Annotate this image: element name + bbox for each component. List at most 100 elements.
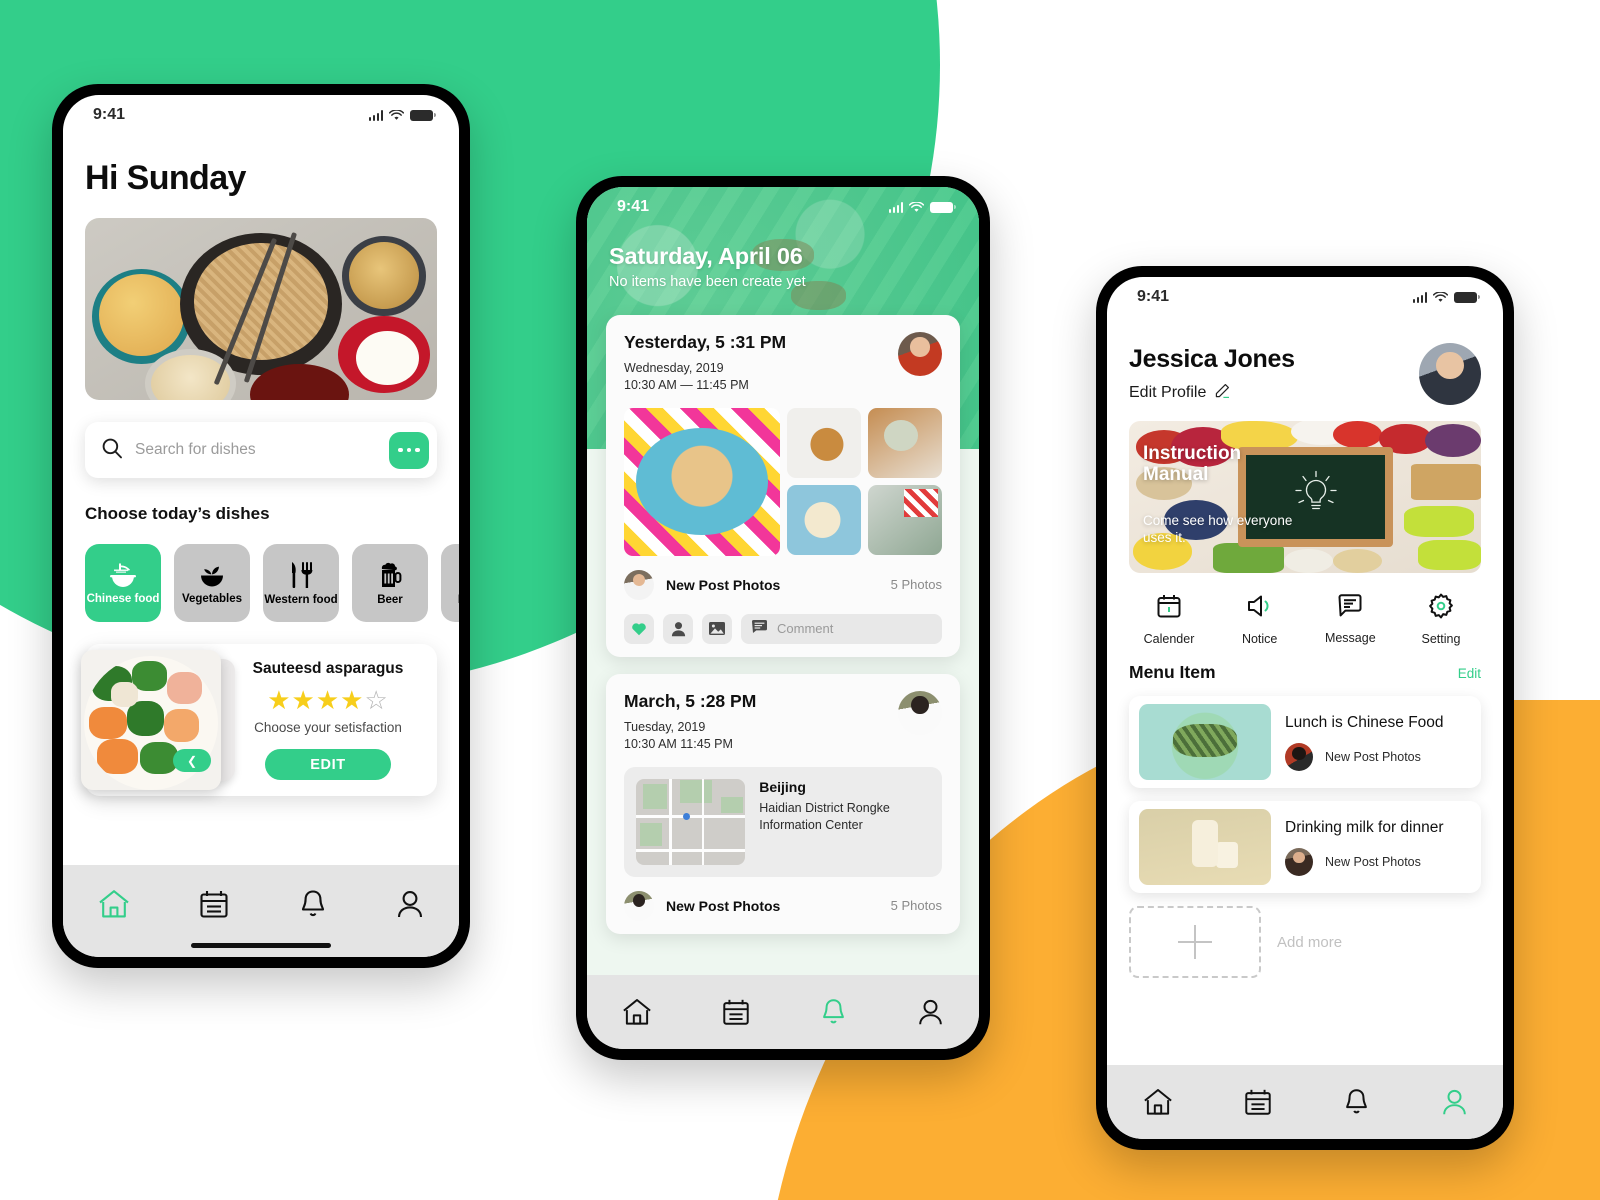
nav-person-icon[interactable] (1440, 1087, 1469, 1117)
section-title: Choose today’s dishes (85, 504, 270, 523)
plus-icon[interactable] (1129, 906, 1261, 978)
avatar[interactable] (1285, 742, 1313, 771)
search-bar[interactable] (85, 422, 437, 478)
nav-home-icon[interactable] (1142, 1087, 1174, 1117)
comment-icon (752, 619, 767, 638)
chip-label: Chinese food (86, 592, 160, 605)
post-photo-thumb[interactable] (787, 484, 861, 555)
menu-item-thumbnail (1139, 809, 1271, 885)
nav-bell-icon[interactable] (1342, 1087, 1371, 1117)
quick-action-label: Notice (1241, 632, 1278, 646)
nav-bell-icon[interactable] (298, 888, 328, 920)
image-icon[interactable] (702, 613, 732, 644)
post-photos-title: New Post Photos (666, 576, 781, 593)
post-meta: Tuesday, 2019 10:30 AM 11:45 PM (624, 719, 733, 751)
chip-vegetables[interactable]: Vegetables (174, 544, 250, 622)
chip-beer[interactable]: Beer (352, 544, 428, 622)
avatar[interactable] (898, 332, 942, 376)
phone2-screen: 9:41 Saturday, April 06 No items have be… (587, 187, 979, 1049)
nav-calendar-icon[interactable] (198, 888, 230, 920)
timeline-list[interactable]: Yesterday, 5 :31 PM Wednesday, 2019 10:3… (587, 290, 979, 975)
quick-action-setting[interactable]: Setting (1405, 593, 1477, 646)
map-thumbnail[interactable] (636, 778, 746, 865)
chip-label: Vegetables (181, 592, 243, 605)
chip-western-food[interactable]: Western food (263, 544, 339, 622)
chip-label: Dessert (458, 594, 459, 606)
phone3-status-bar: 9:41 (1107, 277, 1503, 317)
quick-action-label: Message (1324, 631, 1376, 645)
quick-action-message[interactable]: Message (1314, 593, 1386, 646)
heart-icon[interactable] (624, 613, 654, 644)
nav-calendar-icon[interactable] (1243, 1087, 1273, 1117)
timeline-subtitle: No items have been create yet (609, 274, 806, 290)
menu-edit-link[interactable]: Edit (1458, 666, 1481, 681)
avatar[interactable] (898, 690, 942, 735)
battery-icon (1454, 291, 1480, 303)
battery-icon (930, 201, 956, 213)
chip-chinese-food[interactable]: Chinese food (85, 544, 161, 622)
nav-person-icon[interactable] (916, 997, 945, 1027)
comment-placeholder: Comment (777, 621, 834, 637)
comment-input[interactable]: Comment (741, 613, 942, 644)
nav-bell-icon[interactable] (819, 997, 848, 1027)
person-icon[interactable] (663, 613, 693, 644)
quick-action-notice[interactable]: Notice (1224, 593, 1296, 646)
chip-dessert[interactable]: Dessert (441, 544, 459, 622)
avatar[interactable] (624, 569, 654, 600)
post-card[interactable]: Yesterday, 5 :31 PM Wednesday, 2019 10:3… (606, 315, 960, 657)
signal-bars-icon (888, 201, 903, 213)
category-chip-list: Chinese food Vegetables Western food Bee… (85, 544, 459, 622)
avatar[interactable] (624, 890, 654, 921)
location-address: Haidian District Rongke Information Cent… (759, 800, 890, 832)
home-indicator (191, 943, 331, 948)
avatar[interactable] (1285, 847, 1313, 876)
quick-action-calender[interactable]: Calender (1133, 593, 1205, 646)
add-more-row[interactable]: Add more (1129, 906, 1481, 978)
nav-home-icon[interactable] (621, 997, 653, 1027)
rating-stars[interactable]: ★★★★☆ (237, 687, 419, 713)
menu-title: Menu Item (1129, 662, 1216, 682)
wifi-icon (389, 109, 404, 121)
add-more-label: Add more (1277, 933, 1343, 951)
timeline-header: Saturday, April 06 No items have been cr… (587, 227, 979, 290)
gear-icon (1428, 593, 1454, 624)
instruction-banner[interactable]: Instruction Manual Come see how everyone… (1129, 421, 1481, 573)
post-title: March, 5 :28 PM (624, 690, 757, 711)
nav-calendar-icon[interactable] (721, 997, 751, 1027)
menu-item-row[interactable]: Lunch is Chinese Food New Post Photos (1129, 696, 1481, 788)
menu-item-subtitle: New Post Photos (1325, 854, 1421, 869)
post-footer: New Post Photos 5 Photos (624, 569, 942, 600)
edit-profile-link[interactable]: Edit Profile (1129, 383, 1295, 404)
post-photo-thumb[interactable] (868, 484, 942, 555)
phone1-content: Hi Sunday Choose today’s dishe (63, 135, 459, 865)
post-card[interactable]: March, 5 :28 PM Tuesday, 2019 10:30 AM 1… (606, 673, 960, 934)
menu-item-subtitle: New Post Photos (1325, 749, 1421, 764)
post-location[interactable]: Beijing Haidian District Rongke Informat… (624, 766, 942, 877)
more-dots-icon[interactable] (389, 431, 429, 469)
menu-item-title: Drinking milk for dinner (1285, 818, 1444, 836)
post-actions: Comment (624, 613, 942, 644)
menu-item-row[interactable]: Drinking milk for dinner New Post Photos (1129, 801, 1481, 893)
nav-home-icon[interactable] (97, 888, 131, 920)
post-photo-thumb[interactable] (787, 407, 861, 478)
profile-header: Jessica Jones Edit Profile (1129, 343, 1481, 405)
phone1-status-bar: 9:41 (63, 95, 459, 135)
search-icon (101, 437, 123, 464)
quick-action-label: Setting (1421, 632, 1461, 646)
post-photo-thumb[interactable] (868, 407, 942, 478)
edit-profile-label: Edit Profile (1129, 384, 1207, 401)
post-photo-grid[interactable] (624, 407, 942, 556)
phone3-bottom-nav (1107, 1065, 1503, 1139)
avatar[interactable] (1419, 343, 1481, 405)
dish-edit-button[interactable]: EDIT (265, 749, 391, 780)
phone3-screen: 9:41 Jessica Jones Edit Profile Instruct… (1107, 277, 1503, 1139)
dish-info: Sauteesd asparagus ★★★★☆ Choose your set… (237, 660, 437, 780)
banner-title: Instruction Manual (1143, 443, 1242, 486)
nav-person-icon[interactable] (395, 888, 425, 920)
search-input[interactable] (135, 441, 377, 459)
post-photos-title: New Post Photos (666, 897, 781, 914)
page-title: Hi Sunday (85, 159, 246, 197)
dish-prev-button[interactable]: ❮ (173, 749, 211, 772)
phone-home-screen: 9:41 Hi Sunday Search for dishes Choose … (52, 84, 470, 968)
post-photo-main[interactable] (624, 407, 780, 556)
